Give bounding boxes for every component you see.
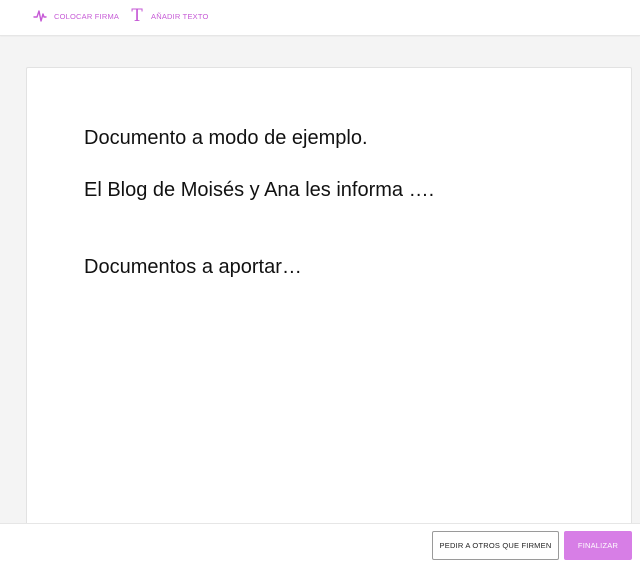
- add-text-button[interactable]: T AÑADIR TEXTO: [131, 0, 209, 32]
- place-signature-button[interactable]: COLOCAR FIRMA: [33, 0, 119, 32]
- document-line: El Blog de Moisés y Ana les informa ….: [84, 179, 435, 201]
- ask-others-to-sign-button[interactable]: PEDIR A OTROS QUE FIRMEN: [432, 531, 559, 560]
- action-footer: PEDIR A OTROS QUE FIRMEN FINALIZAR: [0, 523, 640, 564]
- signature-icon: [33, 10, 47, 22]
- text-icon: T: [131, 5, 143, 26]
- finish-button[interactable]: FINALIZAR: [564, 531, 632, 560]
- document-viewer[interactable]: Documento a modo de ejemplo. El Blog de …: [0, 37, 640, 537]
- toolbar: COLOCAR FIRMA T AÑADIR TEXTO: [0, 0, 640, 36]
- document-line: Documentos a aportar…: [84, 256, 302, 278]
- document-page[interactable]: Documento a modo de ejemplo. El Blog de …: [26, 67, 632, 537]
- document-line: Documento a modo de ejemplo.: [84, 127, 368, 149]
- add-text-label: AÑADIR TEXTO: [151, 11, 209, 21]
- place-signature-label: COLOCAR FIRMA: [54, 11, 120, 21]
